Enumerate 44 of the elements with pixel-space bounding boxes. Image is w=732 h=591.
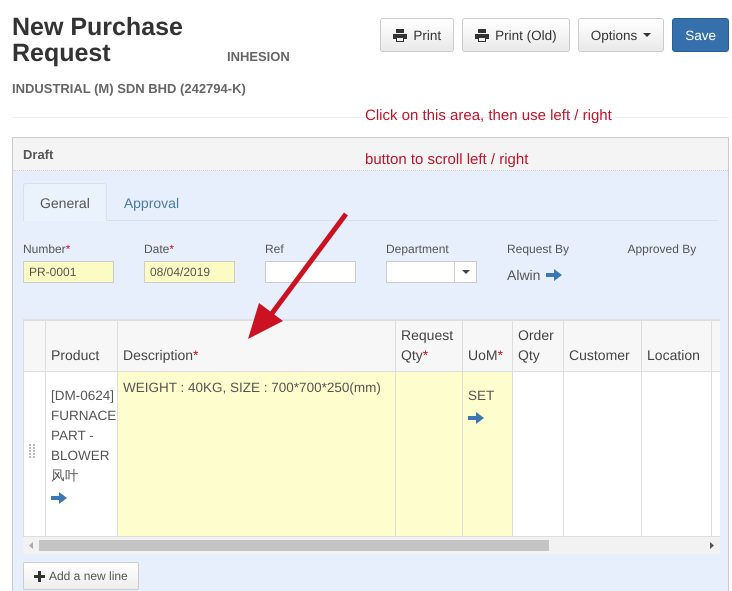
annotation-text: button to scroll left / right (365, 151, 528, 168)
save-button[interactable]: Save (672, 18, 729, 52)
column-header: UoM* (462, 320, 512, 372)
field-label: Request By (507, 242, 570, 256)
input-field[interactable]: PR-0001 (23, 261, 114, 283)
annotation-text: Click on this area, then use left / right (365, 107, 612, 124)
page-title: New Purchase Request INHESION INDUSTRIAL (M) SDN BHD (242794-K) (12, 14, 291, 98)
caret-icon (643, 33, 652, 37)
print-button[interactable]: Print (Old) (462, 18, 570, 52)
scroll-right-icon[interactable] (710, 542, 714, 549)
tab[interactable]: Approval (106, 183, 196, 221)
arrow-icon (51, 492, 67, 504)
printer-icon (475, 28, 490, 42)
column-header: Order Qty (512, 320, 564, 372)
table-cell-text: SET (468, 387, 494, 405)
tab[interactable]: General (23, 183, 107, 221)
column-header: Description* (118, 320, 396, 372)
add-line-button[interactable]: Add a new line (23, 562, 139, 590)
options-button[interactable]: Options (578, 18, 664, 52)
printer-icon (393, 28, 408, 42)
field-label: Approved By (628, 242, 698, 256)
print-button[interactable]: Print (380, 18, 454, 52)
column-header: Customer (564, 320, 642, 372)
column-header: Location (642, 320, 712, 372)
field-label: Date* (144, 242, 176, 256)
input-field[interactable]: 08/04/2019 (144, 261, 235, 283)
caret-icon (462, 270, 470, 274)
field-label: Ref (265, 242, 285, 256)
plus-icon (34, 570, 45, 582)
status-label: Draft (23, 146, 54, 162)
table-cell-text: [DM-0624] FURNACE PART - BLOWER 风叶 (51, 387, 116, 485)
arrow-icon (468, 412, 484, 424)
field-label: Department (386, 242, 450, 256)
input-field[interactable] (265, 261, 356, 283)
field-label: Number* (23, 242, 72, 256)
column-header: Product (46, 320, 118, 372)
select-field[interactable] (386, 261, 477, 283)
table-cell-text: WEIGHT : 40KG, SIZE : 700*700*250(mm) (123, 379, 381, 397)
drag-handle-icon[interactable] (29, 444, 35, 458)
scroll-left-icon[interactable] (29, 542, 33, 549)
arrow-icon (546, 269, 562, 281)
column-header: Request Qty* (396, 320, 462, 372)
user-link[interactable]: Alwin (507, 267, 598, 283)
horizontal-scrollbar[interactable] (23, 537, 720, 554)
